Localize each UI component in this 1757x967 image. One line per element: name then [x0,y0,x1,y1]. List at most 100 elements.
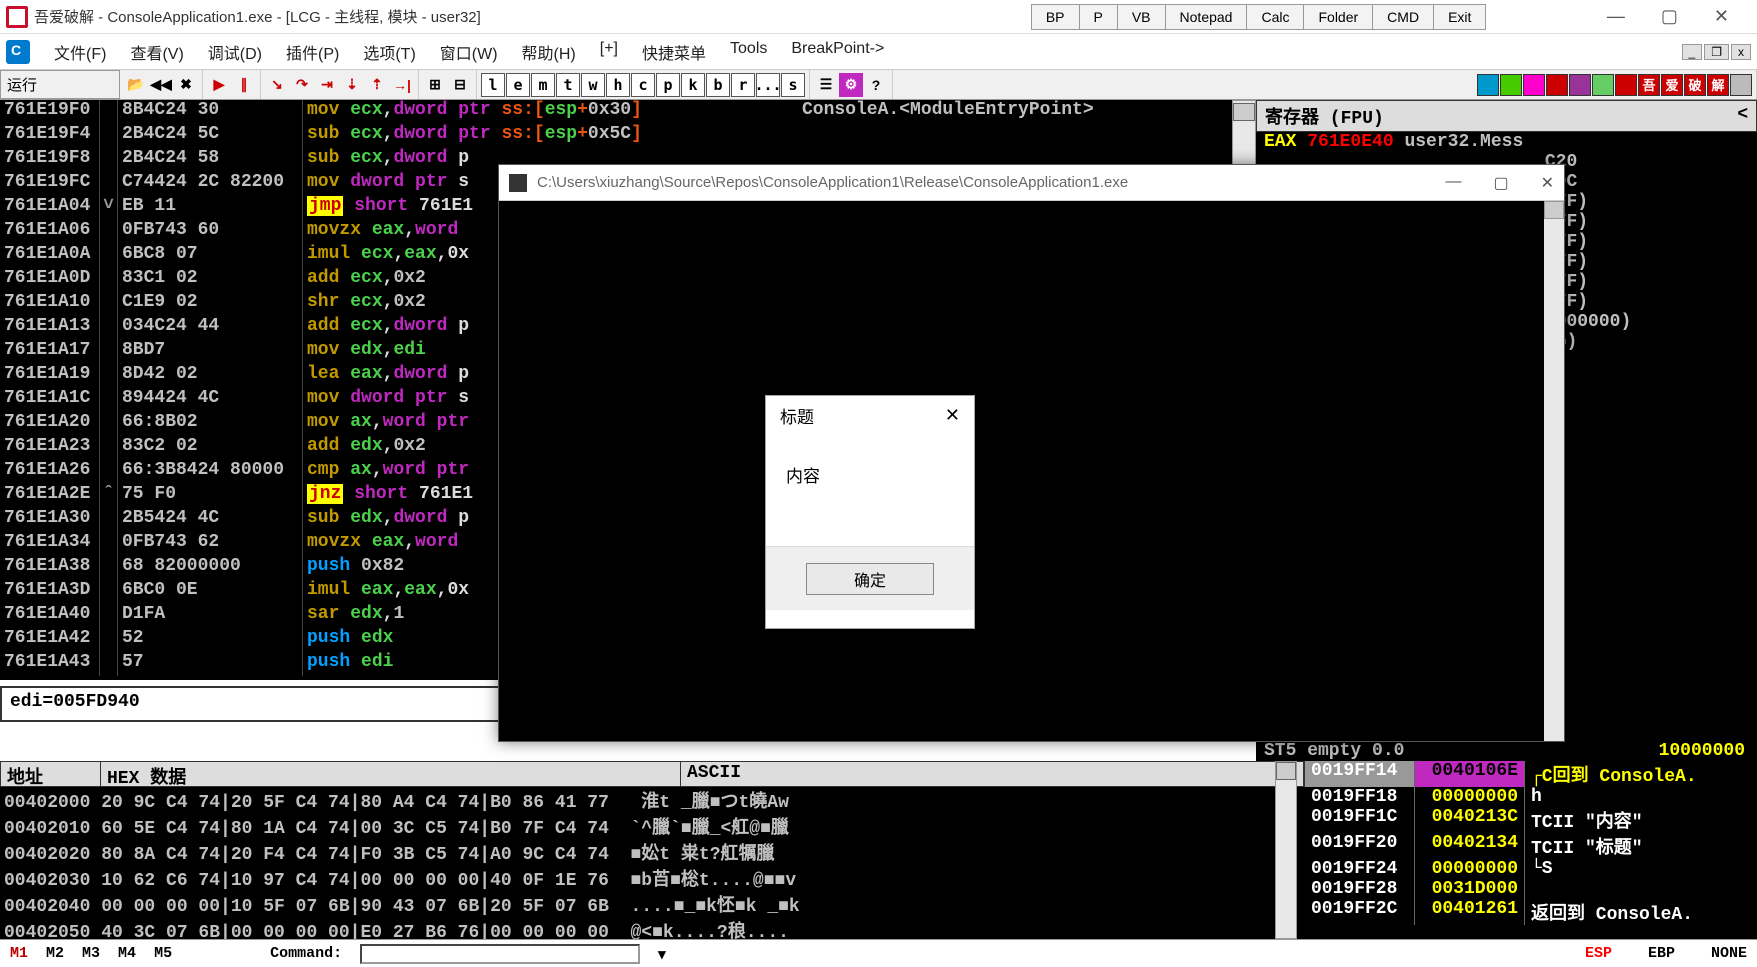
window-btn-p[interactable]: p [656,73,680,97]
titlebar-btn-bp[interactable]: BP [1032,5,1080,29]
menu-item[interactable]: 文件(F) [54,40,106,64]
toolbar-window-group: lemtwhcpkbr...s [477,70,810,99]
play-icon[interactable]: ▶ [207,73,231,97]
marker-5[interactable]: M5 [154,945,172,962]
menu-item[interactable]: 查看(V) [130,40,183,64]
window-btn-l[interactable]: l [481,73,505,97]
maximize-icon[interactable]: ▢ [1661,6,1678,27]
marker-3[interactable]: M3 [82,945,100,962]
titlebar-btn-notepad[interactable]: Notepad [1166,5,1248,29]
marker-4[interactable]: M4 [118,945,136,962]
menu-item[interactable]: Tools [730,40,767,64]
menu-item[interactable]: 插件(P) [286,40,339,64]
window-btn-t[interactable]: t [556,73,580,97]
titlebar-btn-exit[interactable]: Exit [1434,5,1485,29]
mdi-min-icon[interactable]: _ [1682,44,1703,60]
console-minimize-icon[interactable]: — [1445,173,1461,193]
plugin-icon-8[interactable]: 吾 [1638,74,1660,96]
trace-over-icon[interactable]: ⇡ [365,73,389,97]
plugin-icon-9[interactable]: 爱 [1661,74,1683,96]
plugin-icon-2[interactable] [1500,74,1522,96]
plugin-icon-4[interactable] [1546,74,1568,96]
list-icon[interactable]: ☰ [814,73,838,97]
window-btn-...[interactable]: ... [756,73,780,97]
stack-pane[interactable]: 0019FF140040106E┌C回到 ConsoleA.0019FF1800… [1305,761,1757,939]
menu-item[interactable]: 窗口(W) [440,40,498,64]
settings-icon[interactable]: ⚙ [839,73,863,97]
plugin-icon-3[interactable] [1523,74,1545,96]
plugin-icon-12[interactable] [1730,74,1752,96]
menu-item[interactable]: 调试(D) [208,40,262,64]
marker-2[interactable]: M2 [46,945,64,962]
close-icon[interactable]: ✕ [1714,6,1729,27]
titlebar-btn-calc[interactable]: Calc [1247,5,1304,29]
stack-row[interactable]: 0019FF2400000000└S [1305,859,1757,879]
console-close-icon[interactable]: ✕ [1541,173,1554,193]
window-btn-e[interactable]: e [506,73,530,97]
menu-item[interactable]: 快捷菜单 [642,40,706,64]
dump-row[interactable]: 00402020 80 8A C4 74|20 F4 C4 74|F0 3B C… [4,839,1305,865]
stop-icon[interactable]: ✖ [174,73,198,97]
step-over-icon[interactable]: ↷ [290,73,314,97]
menu-item[interactable]: 帮助(H) [522,40,576,64]
goto-icon[interactable]: ⊞ [423,73,447,97]
dump-row[interactable]: 00402010 60 5E C4 74|80 1A C4 74|00 3C C… [4,813,1305,839]
minimize-icon[interactable]: — [1607,6,1625,27]
stack-row[interactable]: 0019FF2C00401261返回到 ConsoleA. [1305,899,1757,925]
step-into-icon[interactable]: ↘ [265,73,289,97]
hex-dump-pane[interactable]: 地址 HEX 数据 ASCII 00402000 20 9C C4 74|20 … [0,761,1305,939]
command-dropdown-icon[interactable]: ▾ [658,945,666,963]
marker-1[interactable]: M1 [10,945,28,962]
goto2-icon[interactable]: ⊟ [448,73,472,97]
window-btn-k[interactable]: k [681,73,705,97]
stack-row[interactable]: 0019FF140040106E┌C回到 ConsoleA. [1305,761,1757,787]
help-icon[interactable]: ? [864,73,888,97]
console-scrollbar[interactable] [1544,201,1564,741]
messagebox-close-icon[interactable]: ✕ [945,405,960,426]
mdi-restore-icon[interactable]: ❐ [1704,44,1729,60]
open-icon[interactable]: 📂 [124,73,148,97]
titlebar-btn-p[interactable]: P [1080,5,1118,29]
window-btn-c[interactable]: c [631,73,655,97]
dump-row[interactable]: 00402000 20 9C C4 74|20 5F C4 74|80 A4 C… [4,787,1305,813]
stack-row[interactable]: 0019FF1C0040213CTCII "内容" [1305,807,1757,833]
menu-item[interactable]: BreakPoint-> [791,40,884,64]
window-btn-b[interactable]: b [706,73,730,97]
stack-row[interactable]: 0019FF1800000000h [1305,787,1757,807]
mdi-close-icon[interactable]: x [1731,44,1751,60]
window-btn-s[interactable]: s [781,73,805,97]
disasm-row[interactable]: 761E19F42B4C24 5Csub ecx,dword ptr ss:[e… [0,124,1256,148]
window-btn-r[interactable]: r [731,73,755,97]
menu-item[interactable]: [+] [600,40,618,64]
console-maximize-icon[interactable]: ▢ [1493,173,1508,193]
window-btn-w[interactable]: w [581,73,605,97]
plugin-icon-7[interactable] [1615,74,1637,96]
run-to-icon[interactable]: →| [390,73,414,97]
titlebar-button-group: BPPVBNotepadCalcFolderCMDExit [1031,4,1487,30]
plugin-icon-10[interactable]: 破 [1684,74,1706,96]
titlebar-btn-vb[interactable]: VB [1118,5,1166,29]
messagebox-ok-button[interactable]: 确定 [806,563,934,595]
stack-row[interactable]: 0019FF280031D000 [1305,879,1757,899]
command-input[interactable] [360,944,640,964]
pause-icon[interactable]: ∥ [232,73,256,97]
dump-row[interactable]: 00402040 00 00 00 00|10 5F 07 6B|90 43 0… [4,891,1305,917]
plugin-icon-5[interactable] [1569,74,1591,96]
trace-into-icon[interactable]: ⇣ [340,73,364,97]
dump-scrollbar[interactable] [1275,761,1297,939]
dump-row[interactable]: 00402030 10 62 C6 74|10 97 C4 74|00 00 0… [4,865,1305,891]
window-btn-m[interactable]: m [531,73,555,97]
window-btn-h[interactable]: h [606,73,630,97]
rewind-icon[interactable]: ◀◀ [149,73,173,97]
st5-value: 10000000 [1659,741,1745,761]
menu-item[interactable]: 选项(T) [363,40,415,64]
plugin-icon-6[interactable] [1592,74,1614,96]
titlebar-btn-folder[interactable]: Folder [1304,5,1373,29]
registers-collapse-icon[interactable]: < [1737,103,1748,129]
plugin-icon-1[interactable] [1477,74,1499,96]
console-window[interactable]: C:\Users\xiuzhang\Source\Repos\ConsoleAp… [498,164,1565,742]
stack-row[interactable]: 0019FF2000402134TCII "标题" [1305,833,1757,859]
plugin-icon-11[interactable]: 解 [1707,74,1729,96]
titlebar-btn-cmd[interactable]: CMD [1373,5,1434,29]
step-out-icon[interactable]: ⇥ [315,73,339,97]
